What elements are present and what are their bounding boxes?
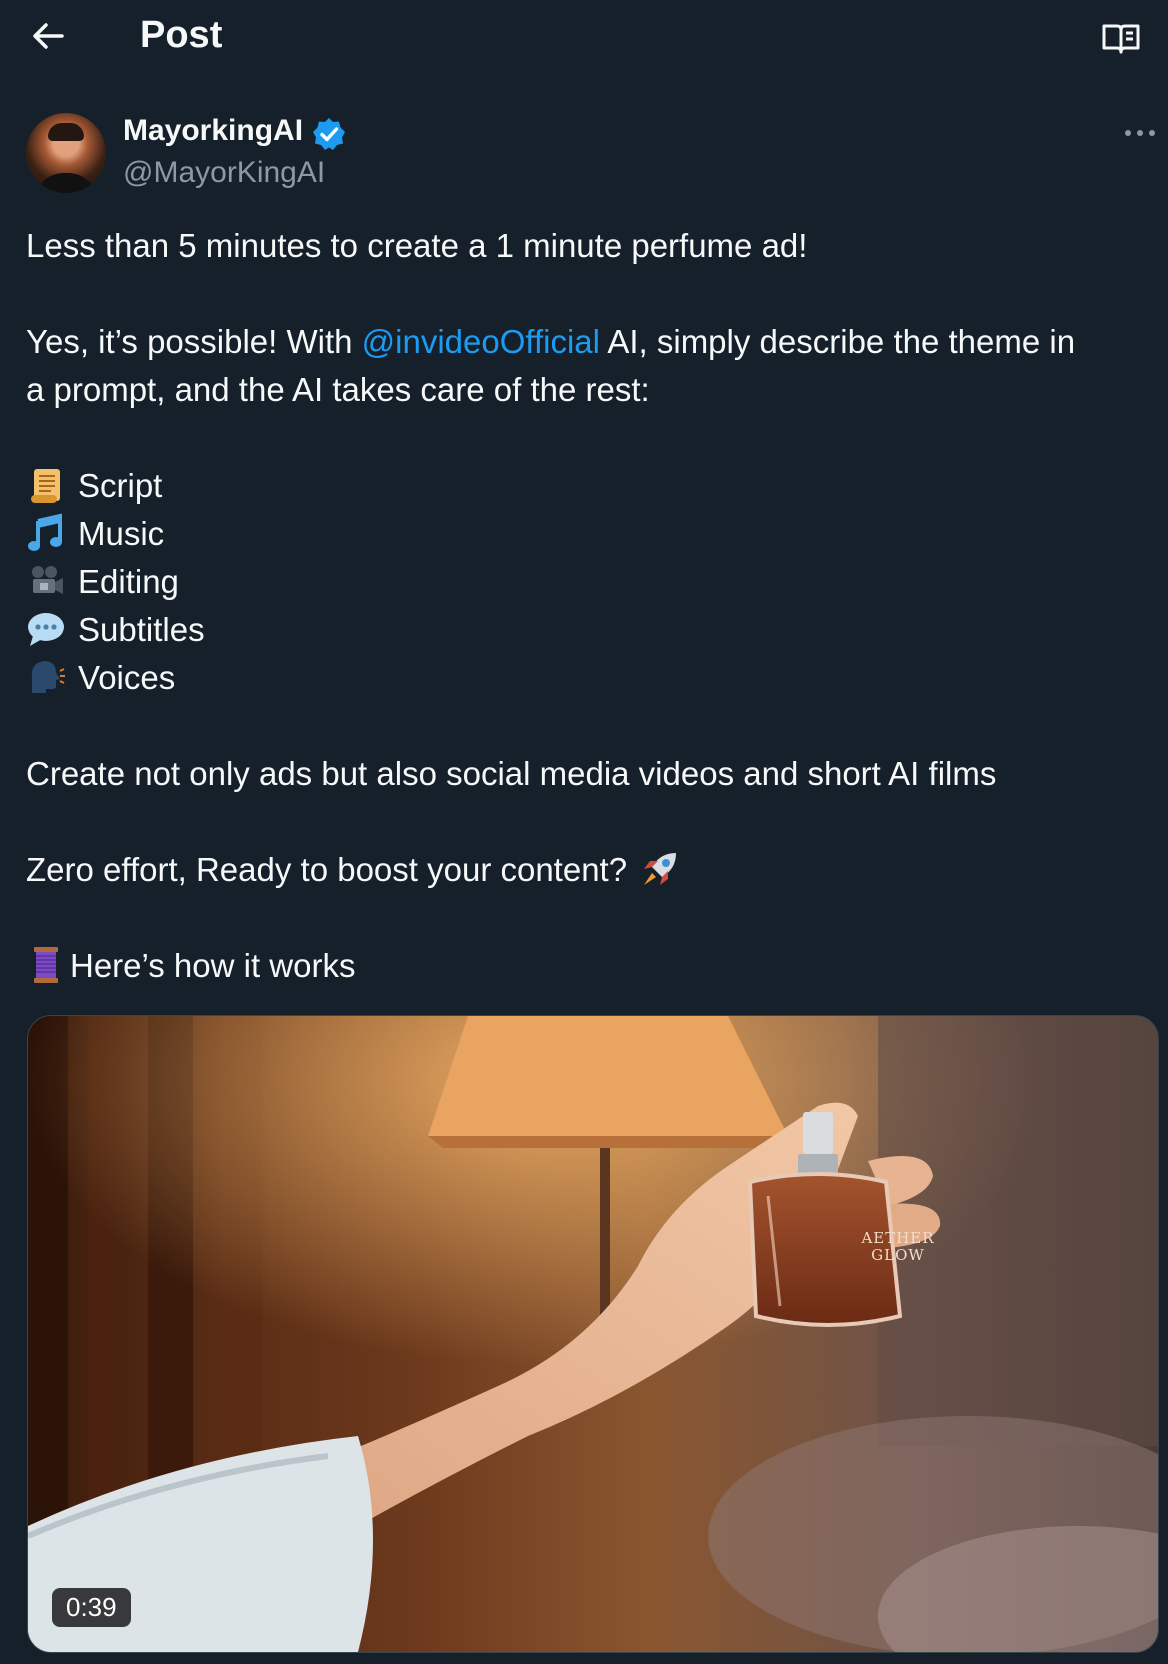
speaking-head-emoji-icon — [26, 657, 66, 697]
more-horizontal-icon — [1125, 130, 1155, 136]
video-duration-badge: 0:39 — [52, 1588, 131, 1627]
verified-badge-icon — [313, 118, 345, 150]
more-options-button[interactable] — [1122, 120, 1158, 146]
rocket-emoji-icon — [640, 849, 680, 889]
author-avatar[interactable] — [26, 113, 106, 193]
reader-mode-button[interactable] — [1100, 18, 1142, 58]
feature-item: Voices — [26, 654, 1156, 702]
bottle-label: AETHER GLOW — [861, 1229, 935, 1264]
tweet-line: Less than 5 minutes to create a 1 minute… — [26, 227, 808, 264]
page-title: Post — [140, 14, 223, 56]
scroll-emoji-icon — [26, 465, 66, 505]
feature-item: Subtitles — [26, 606, 1156, 654]
back-button[interactable] — [28, 16, 68, 56]
tweet-line: Zero effort, Ready to boost your content… — [26, 846, 1156, 894]
mention-link[interactable]: @invideoOfficial — [362, 323, 600, 360]
music-note-emoji-icon — [26, 513, 66, 553]
feature-item: Music — [26, 510, 1156, 558]
arrow-left-icon — [33, 23, 64, 49]
tweet-line: a prompt, and the AI takes care of the r… — [26, 371, 650, 408]
tweet-line: Here’s how it works — [26, 942, 1156, 990]
feature-item: Script — [26, 462, 1156, 510]
feature-item: Editing — [26, 558, 1156, 606]
video-thumbnail — [28, 1016, 1158, 1652]
film-camera-emoji-icon — [26, 561, 66, 601]
top-bar: Post — [0, 0, 1168, 76]
tweet-line: Yes, it’s possible! With @invideoOfficia… — [26, 323, 1076, 360]
post-page: Post MayorkingAI @MayorKingAI Less than … — [0, 0, 1168, 1664]
thread-spool-emoji-icon — [26, 945, 66, 985]
tweet-line: Create not only ads but also social medi… — [26, 755, 997, 792]
author-handle[interactable]: @MayorKingAI — [123, 156, 325, 190]
open-book-icon — [1102, 24, 1140, 54]
video-player[interactable]: AETHER GLOW 0:39 — [27, 1015, 1159, 1653]
author-name[interactable]: MayorkingAI — [123, 114, 303, 148]
speech-bubble-emoji-icon — [26, 609, 66, 649]
tweet-text: Less than 5 minutes to create a 1 minute… — [26, 222, 1156, 990]
